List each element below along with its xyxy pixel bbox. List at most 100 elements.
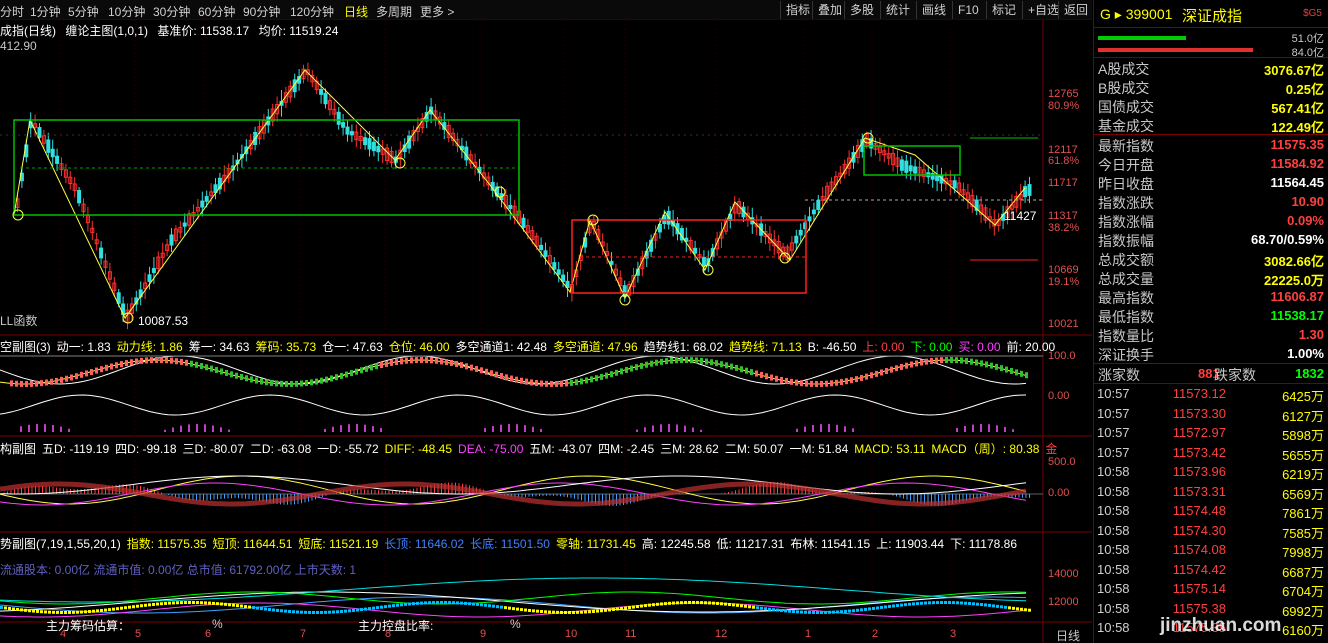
period-tab[interactable]: 日线 [344, 3, 368, 20]
tick-row[interactable]: 10:57 11573.30 6127万 [1094, 404, 1328, 424]
sub1-band [675, 357, 678, 364]
tick-row[interactable]: 10:58 11573.31 6569万 [1094, 482, 1328, 502]
sub1-band [30, 380, 33, 387]
sub1-band [500, 372, 503, 379]
sub3-dots [1016, 607, 1019, 611]
toolbar-button[interactable]: 画线 [916, 1, 951, 19]
toolbar-button[interactable]: 指标 [780, 1, 815, 19]
tick-time: 10:57 [1097, 386, 1130, 401]
sub1-band [110, 363, 113, 370]
sub1-band [970, 358, 973, 365]
period-tab[interactable]: 120分钟 [290, 3, 334, 20]
sub1-band [520, 377, 523, 384]
tick-row[interactable]: 10:57 11572.97 5898万 [1094, 423, 1328, 443]
sub3-dots [684, 601, 687, 605]
sub3-dots [516, 607, 519, 611]
price-axis-label: 11717 [1048, 177, 1078, 189]
sub3-dots [12, 607, 15, 611]
sub1-band [550, 380, 553, 387]
sub1-band [285, 380, 288, 387]
tick-row[interactable]: 10:58 11574.42 6687万 [1094, 560, 1328, 580]
sub3-dots [88, 610, 91, 614]
period-tab[interactable]: 30分钟 [153, 3, 190, 20]
date-axis-label: 5 [135, 628, 142, 640]
period-tab[interactable]: 60分钟 [198, 3, 235, 20]
sub1-band [735, 364, 738, 371]
sub3-dots [788, 609, 791, 613]
sub1-band [535, 380, 538, 387]
period-tab[interactable]: 更多 > [420, 3, 454, 20]
indicator-value: DIFF: -48.45 [384, 442, 453, 456]
indicator-value: 短底: 11521.19 [298, 537, 379, 551]
sub3-dots [884, 605, 887, 609]
indicator-value: 动力线: 1.86 [116, 340, 183, 354]
sub1-band [660, 358, 663, 365]
sub1-band [435, 357, 438, 364]
sub3-dots [400, 603, 403, 607]
sub3-dots [320, 610, 323, 614]
sub1-histogram [332, 426, 334, 432]
indicator-value: 趋势线1: 68.02 [643, 340, 723, 354]
tick-row[interactable]: 10:58 11574.48 7861万 [1094, 501, 1328, 521]
candle-body [204, 196, 209, 202]
sub1-band [290, 380, 293, 387]
sub1-band [725, 362, 728, 369]
sub1-band [480, 367, 483, 374]
sub1-histogram [196, 424, 198, 432]
sub1-band [180, 358, 183, 365]
sub3-dots [928, 601, 931, 605]
sub3-dots [268, 608, 271, 612]
period-tab[interactable]: 90分钟 [243, 3, 280, 20]
period-tab[interactable]: 5分钟 [68, 3, 99, 20]
toolbar-button[interactable]: 多股 [844, 1, 879, 19]
sub3-dots [208, 601, 211, 605]
subchart-title[interactable]: 构副图 [0, 442, 36, 456]
period-tab[interactable]: 1分钟 [30, 3, 61, 20]
chart-area[interactable]: 成指(日线) 缠论主图(1,0,1) 基准价: 11538.17 均价: 115… [0, 20, 1092, 643]
sub1-band [965, 358, 968, 365]
period-tab[interactable]: 多周期 [376, 3, 412, 20]
tick-list[interactable]: 10:57 11573.12 6425万 10:57 11573.30 6127万 10:5… [1094, 384, 1328, 638]
sub3-dots [444, 601, 447, 605]
stat-value: 11606.87 [1270, 289, 1324, 304]
tick-row[interactable]: 10:58 11573.96 6219万 [1094, 462, 1328, 482]
toolbar-button[interactable]: 标记 [986, 1, 1021, 19]
sub3-dots [920, 601, 923, 605]
sub3-dots [324, 610, 327, 614]
sub1-histogram [644, 427, 646, 432]
toolbar-button[interactable]: 叠加 [812, 1, 847, 19]
sub1-histogram [164, 429, 166, 432]
sub1-band [975, 359, 978, 366]
candle-body [349, 131, 354, 136]
main-chart-info: 成指(日线) 缠论主图(1,0,1) 基准价: 11538.17 均价: 115… [0, 22, 344, 39]
sub1-band [35, 380, 38, 387]
tick-row[interactable]: 10:58 11574.08 7998万 [1094, 540, 1328, 560]
tick-volume: 6704万 [1282, 584, 1324, 599]
tick-row[interactable]: 10:58 11574.30 7585万 [1094, 521, 1328, 541]
sub1-band [925, 358, 928, 365]
stat-value: 1.00% [1287, 346, 1324, 361]
sub3-dots [596, 609, 599, 613]
sub1-band [235, 372, 238, 379]
main-indicator-name[interactable]: 缠论主图(1,0,1) [65, 24, 148, 38]
sub1-band [20, 380, 23, 387]
stat-label: 指数量比 [1098, 328, 1154, 344]
toolbar-button[interactable]: 统计 [880, 1, 915, 19]
sub3-dots [744, 604, 747, 608]
sub1-band [630, 365, 633, 372]
toolbar-button[interactable]: 返回 [1058, 1, 1093, 19]
period-tab[interactable]: 分时 [0, 3, 24, 20]
toolbar-button[interactable]: F10 [952, 1, 984, 19]
sub3-dots [776, 608, 779, 612]
advance-decline-row: 涨家数 881 跌家数 1832 [1094, 364, 1328, 384]
tick-row[interactable]: 10:57 11573.42 5655万 [1094, 443, 1328, 463]
period-tab[interactable]: 10分钟 [108, 3, 145, 20]
tick-row[interactable]: 10:57 11573.12 6425万 [1094, 384, 1328, 404]
sub1-band [690, 357, 693, 364]
indicator-value: 低: 11217.31 [716, 537, 785, 551]
sub1-band [785, 377, 788, 384]
subchart-title[interactable]: 空副图(3) [0, 340, 51, 354]
tick-row[interactable]: 10:58 11575.14 6704万 [1094, 579, 1328, 599]
sub1-band [315, 378, 318, 385]
subchart-title[interactable]: 势副图(7,19,1,55,20,1) [0, 537, 121, 551]
